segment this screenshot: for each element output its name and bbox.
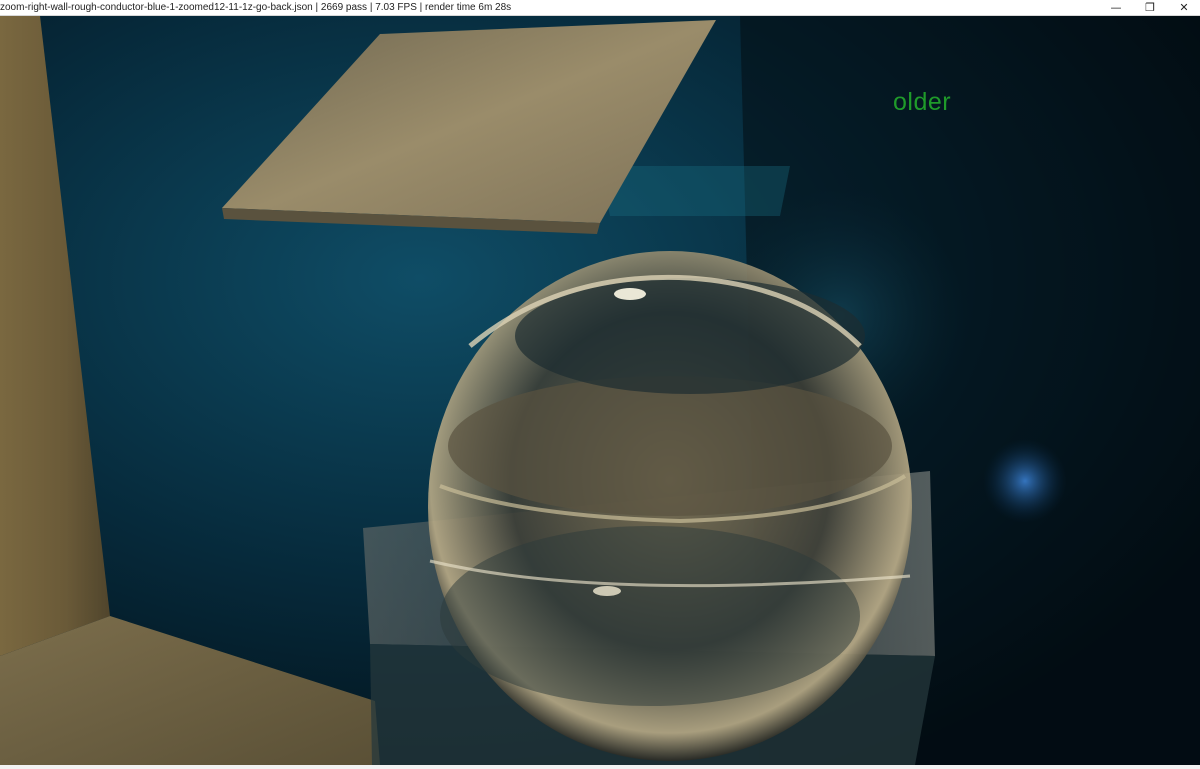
- specular-highlight: [614, 288, 646, 300]
- window-title: zoom-right-wall-rough-conductor-blue-1-z…: [0, 2, 512, 13]
- blue-light-spot: [983, 439, 1067, 523]
- close-button[interactable]: ✕: [1167, 0, 1200, 15]
- window-titlebar: zoom-right-wall-rough-conductor-blue-1-z…: [0, 0, 1200, 16]
- rendered-scene: [0, 16, 1200, 765]
- overlay-label: older: [893, 88, 952, 116]
- window-bottom-edge: [0, 765, 1200, 769]
- minimize-icon: —: [1110, 1, 1122, 14]
- restore-button[interactable]: ❐: [1133, 0, 1167, 15]
- sphere-inner-dark: [515, 278, 865, 394]
- render-viewport[interactable]: older: [0, 16, 1200, 765]
- close-icon: ✕: [1179, 1, 1189, 14]
- sphere-inner-band: [448, 376, 892, 516]
- sphere-lower-refraction: [440, 526, 860, 706]
- specular-highlight-lower: [593, 586, 621, 596]
- teal-glow: [600, 166, 790, 216]
- minimize-button[interactable]: —: [1099, 0, 1133, 15]
- restore-icon: ❐: [1145, 1, 1155, 14]
